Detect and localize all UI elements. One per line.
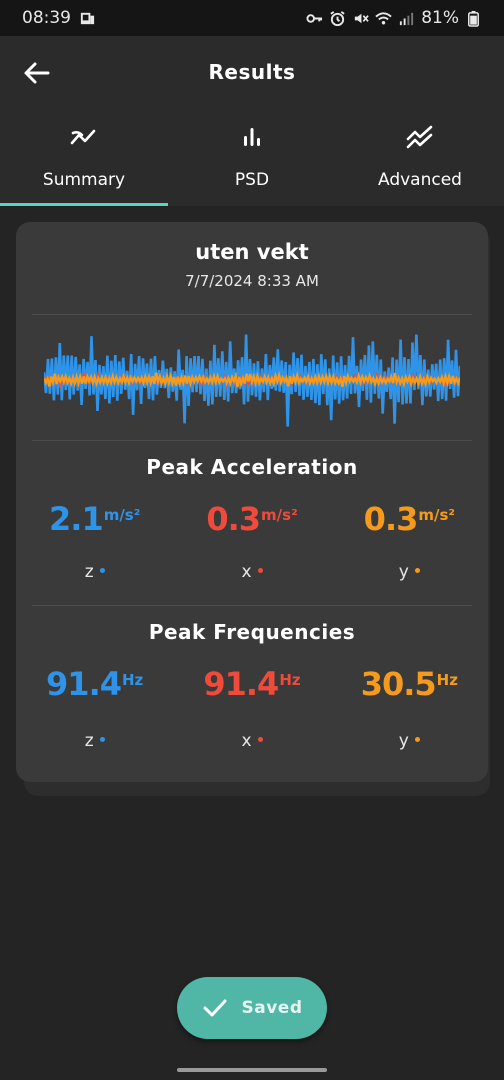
tab-summary-label: Summary — [42, 170, 126, 190]
value-unit: Hz — [121, 671, 144, 689]
peak-acceleration-x: 0.3m/s² — [173, 500, 330, 538]
value-number: 91.4 — [203, 665, 279, 703]
page-title: Results — [208, 60, 296, 84]
z-dot-icon — [99, 567, 105, 573]
measurement-datetime: 7/7/2024 8:33 AM — [185, 272, 319, 290]
divider — [32, 605, 472, 606]
app-header: Results — [0, 36, 504, 108]
divider — [32, 440, 472, 441]
measurement-name: uten vekt — [195, 240, 309, 264]
tab-advanced-label: Advanced — [378, 170, 462, 190]
value-unit: m/s² — [261, 506, 298, 524]
peak-acceleration-z: 2.1m/s² — [16, 500, 173, 538]
home-indicator[interactable] — [177, 1068, 327, 1072]
divider — [32, 314, 472, 315]
bar-chart-icon — [244, 128, 260, 146]
active-tab-indicator — [0, 203, 168, 206]
battery-icon — [468, 10, 479, 27]
y-dot-icon — [414, 736, 420, 742]
value-number: 0.3 — [206, 500, 261, 538]
wifi-icon — [375, 11, 392, 24]
waveform-chart — [44, 334, 460, 427]
tab-summary[interactable]: Summary — [0, 108, 168, 206]
tab-psd[interactable]: PSD — [168, 108, 336, 206]
saved-label: Saved — [241, 998, 303, 1018]
value-number: 91.4 — [46, 665, 122, 703]
saved-button[interactable]: Saved — [177, 977, 327, 1039]
axis-label-y: y — [331, 562, 488, 582]
value-number: 2.1 — [49, 500, 104, 538]
signal-icon — [400, 12, 414, 25]
peak-acceleration-title: Peak Acceleration — [146, 455, 358, 479]
peak-acceleration-axes: z x y — [16, 562, 488, 582]
z-dot-icon — [99, 736, 105, 742]
axis-text: y — [398, 731, 409, 751]
axis-label-y: y — [331, 731, 488, 751]
peak-frequency-x: 91.4Hz — [173, 665, 330, 703]
axis-text: y — [398, 562, 409, 582]
status-time: 08:39 — [22, 8, 71, 28]
trending-chart-icon — [70, 129, 96, 145]
value-unit: Hz — [436, 671, 458, 689]
checkmark-icon — [203, 999, 226, 1017]
value-number: 0.3 — [363, 500, 419, 538]
x-dot-icon — [257, 567, 263, 573]
peak-acceleration-values: 2.1m/s² 0.3m/s² 0.3m/s² — [16, 500, 488, 538]
peak-frequencies-values: 91.4Hz 91.4Hz 30.5Hz — [16, 665, 488, 703]
battery-percent: 81% — [421, 8, 459, 28]
peak-acceleration-y: 0.3m/s² — [331, 500, 488, 538]
tab-psd-label: PSD — [234, 170, 270, 190]
peak-frequencies-axes: z x y — [16, 731, 488, 751]
device-icon — [80, 12, 95, 24]
peak-frequency-y: 30.5Hz — [331, 665, 488, 703]
x-dot-icon — [257, 736, 263, 742]
value-unit: Hz — [279, 671, 301, 689]
axis-text: x — [241, 731, 252, 751]
peak-frequency-z: 91.4Hz — [16, 665, 173, 703]
value-number: 30.5 — [360, 665, 437, 703]
axis-label-x: x — [173, 562, 330, 582]
axis-text: z — [84, 562, 94, 582]
axis-text: x — [241, 562, 252, 582]
alarm-icon — [330, 10, 345, 26]
multi-line-chart-icon — [406, 125, 433, 149]
axis-label-x: x — [173, 731, 330, 751]
axis-label-z: z — [16, 731, 173, 751]
status-bar: 08:39 81% — [0, 0, 504, 36]
value-unit: m/s² — [103, 506, 141, 524]
results-card: uten vekt 7/7/2024 8:33 AM Peak Accelera… — [16, 222, 488, 782]
tab-bar: Summary PSD Advanced — [0, 108, 504, 206]
value-unit: m/s² — [418, 506, 455, 524]
key-icon — [306, 13, 323, 23]
tab-advanced[interactable]: Advanced — [336, 108, 504, 206]
axis-label-z: z — [16, 562, 173, 582]
mute-icon — [355, 13, 369, 23]
peak-frequencies-title: Peak Frequencies — [148, 620, 356, 644]
y-dot-icon — [414, 567, 420, 573]
axis-text: z — [84, 731, 94, 751]
